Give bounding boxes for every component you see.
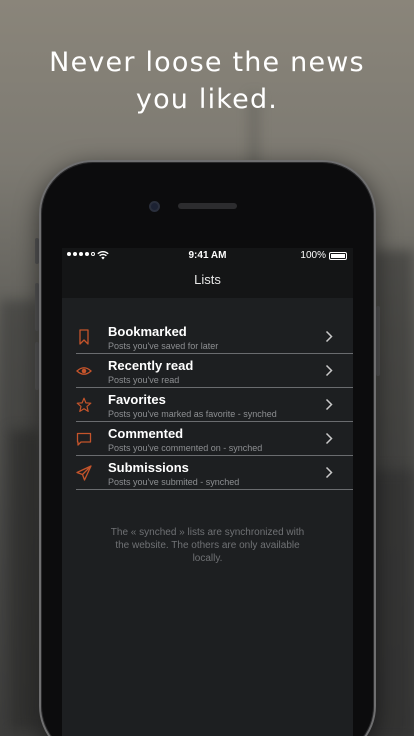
earpiece-speaker [178, 203, 237, 209]
list-item-bookmarked[interactable]: Bookmarked Posts you've saved for later [62, 320, 353, 354]
headline-line-2: you liked. [135, 84, 279, 115]
chevron-right-icon [325, 364, 333, 377]
navigation-bar: Lists [62, 265, 353, 298]
list-item-title: Bookmarked [108, 324, 187, 339]
list-item-submissions[interactable]: Submissions Posts you've submited - sync… [62, 456, 353, 490]
list-item-recently-read[interactable]: Recently read Posts you've read [62, 354, 353, 388]
chevron-right-icon [325, 466, 333, 479]
eye-icon [76, 367, 92, 375]
phone-screen: 9:41 AM 100% Lists Bookmarked Posts you'… [62, 248, 353, 736]
chevron-right-icon [325, 330, 333, 343]
chevron-right-icon [325, 432, 333, 445]
nav-title: Lists [194, 272, 221, 287]
list-item-title: Commented [108, 426, 184, 441]
chevron-right-icon [325, 398, 333, 411]
send-icon [76, 465, 92, 481]
battery-percentage: 100% [300, 250, 326, 261]
background-building [10, 430, 38, 730]
status-bar: 9:41 AM 100% [62, 248, 353, 265]
list-item-subtitle: Posts you've commented on - synched [108, 443, 263, 453]
list-item-title: Favorites [108, 392, 166, 407]
headline: Never loose the news you liked. [0, 44, 414, 118]
bookmark-icon [79, 329, 89, 345]
list-item-favorites[interactable]: Favorites Posts you've marked as favorit… [62, 388, 353, 422]
star-icon [76, 397, 92, 412]
headline-line-1: Never loose the news [49, 47, 365, 78]
divider [76, 489, 353, 490]
list-item-title: Recently read [108, 358, 194, 373]
power-button [376, 306, 380, 376]
list-item-subtitle: Posts you've saved for later [108, 341, 219, 351]
list-item-subtitle: Posts you've submited - synched [108, 477, 240, 487]
sync-info-text: The « synched » lists are synchronized w… [110, 527, 305, 564]
front-camera [149, 201, 160, 212]
lists-menu: Bookmarked Posts you've saved for later … [62, 320, 353, 490]
list-item-subtitle: Posts you've read [108, 375, 180, 385]
comment-icon [76, 432, 92, 446]
battery-icon [329, 252, 347, 260]
list-item-title: Submissions [108, 460, 189, 475]
list-item-commented[interactable]: Commented Posts you've commented on - sy… [62, 422, 353, 456]
list-item-subtitle: Posts you've marked as favorite - synche… [108, 409, 277, 419]
